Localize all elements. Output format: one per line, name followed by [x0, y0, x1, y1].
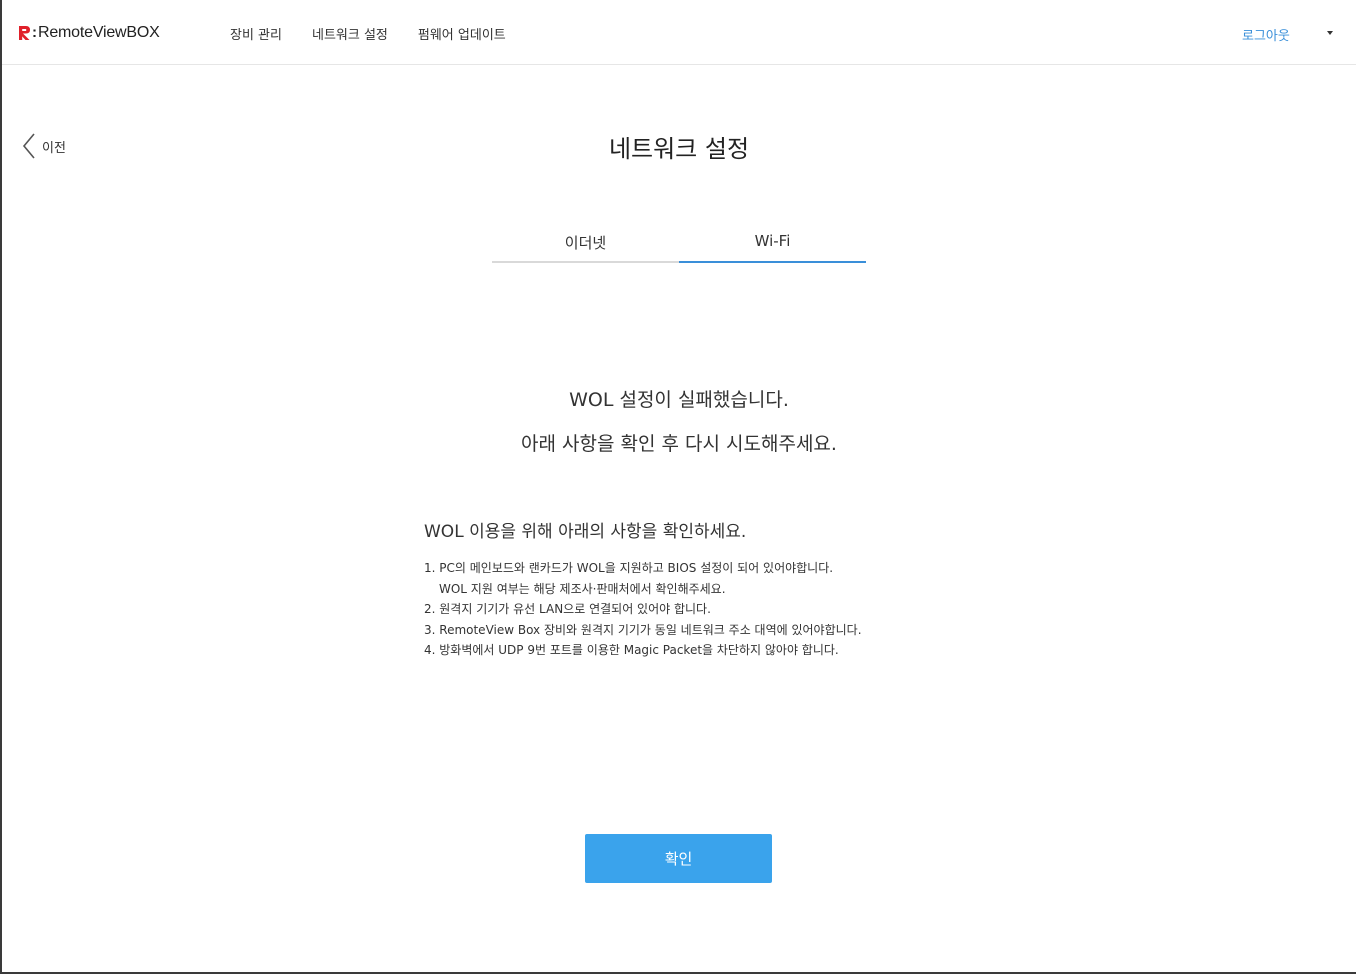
- nav-device-management[interactable]: 장비 관리: [230, 24, 282, 43]
- logout-link[interactable]: 로그아웃: [1242, 25, 1290, 44]
- list-item: 4. 방화벽에서 UDP 9번 포트를 이용한 Magic Packet을 차단…: [424, 643, 839, 657]
- logo-r-icon: [19, 26, 30, 40]
- tab-ethernet[interactable]: 이더넷: [492, 232, 679, 263]
- main-nav: 장비 관리 네트워크 설정 펌웨어 업데이트: [230, 24, 536, 43]
- list-item-note: WOL 지원 여부는 해당 제조사·판매처에서 확인해주세요.: [439, 581, 726, 596]
- network-tabs: 이더넷 Wi-Fi: [492, 232, 866, 263]
- page-title: 네트워크 설정: [608, 135, 750, 163]
- list-item: 2. 원격지 기기가 유선 LAN으로 연결되어 있어야 합니다.: [424, 602, 711, 616]
- logo-text: RemoteViewBOX: [38, 24, 160, 41]
- confirm-button[interactable]: 확인: [585, 834, 772, 883]
- top-navigation-bar: : RemoteViewBOX 장비 관리 네트워크 설정 펌웨어 업데이트 로…: [2, 0, 1356, 65]
- logo[interactable]: : RemoteViewBOX: [18, 22, 160, 44]
- nav-network-settings[interactable]: 네트워크 설정: [312, 24, 388, 43]
- failure-message: WOL 설정이 실패했습니다.: [569, 389, 789, 411]
- list-item: 1. PC의 메인보드와 랜카드가 WOL을 지원하고 BIOS 설정이 되어 …: [424, 561, 834, 575]
- list-item: 3. RemoteView Box 장비와 원격지 기기가 동일 네트워크 주소…: [424, 622, 862, 637]
- app-window: : RemoteViewBOX 장비 관리 네트워크 설정 펌웨어 업데이트 로…: [0, 0, 1356, 974]
- wol-requirements-title: WOL 이용을 위해 아래의 사항을 확인하세요.: [424, 522, 747, 542]
- tab-wifi[interactable]: Wi-Fi: [679, 232, 866, 263]
- logo-colon: :: [32, 24, 37, 41]
- wol-requirements-list: 1. PC의 메인보드와 랜카드가 WOL을 지원하고 BIOS 설정이 되어 …: [424, 558, 862, 661]
- retry-message: 아래 사항을 확인 후 다시 시도해주세요.: [521, 433, 837, 455]
- account-dropdown-caret-icon[interactable]: [1327, 31, 1333, 35]
- nav-firmware-update[interactable]: 펌웨어 업데이트: [418, 24, 506, 43]
